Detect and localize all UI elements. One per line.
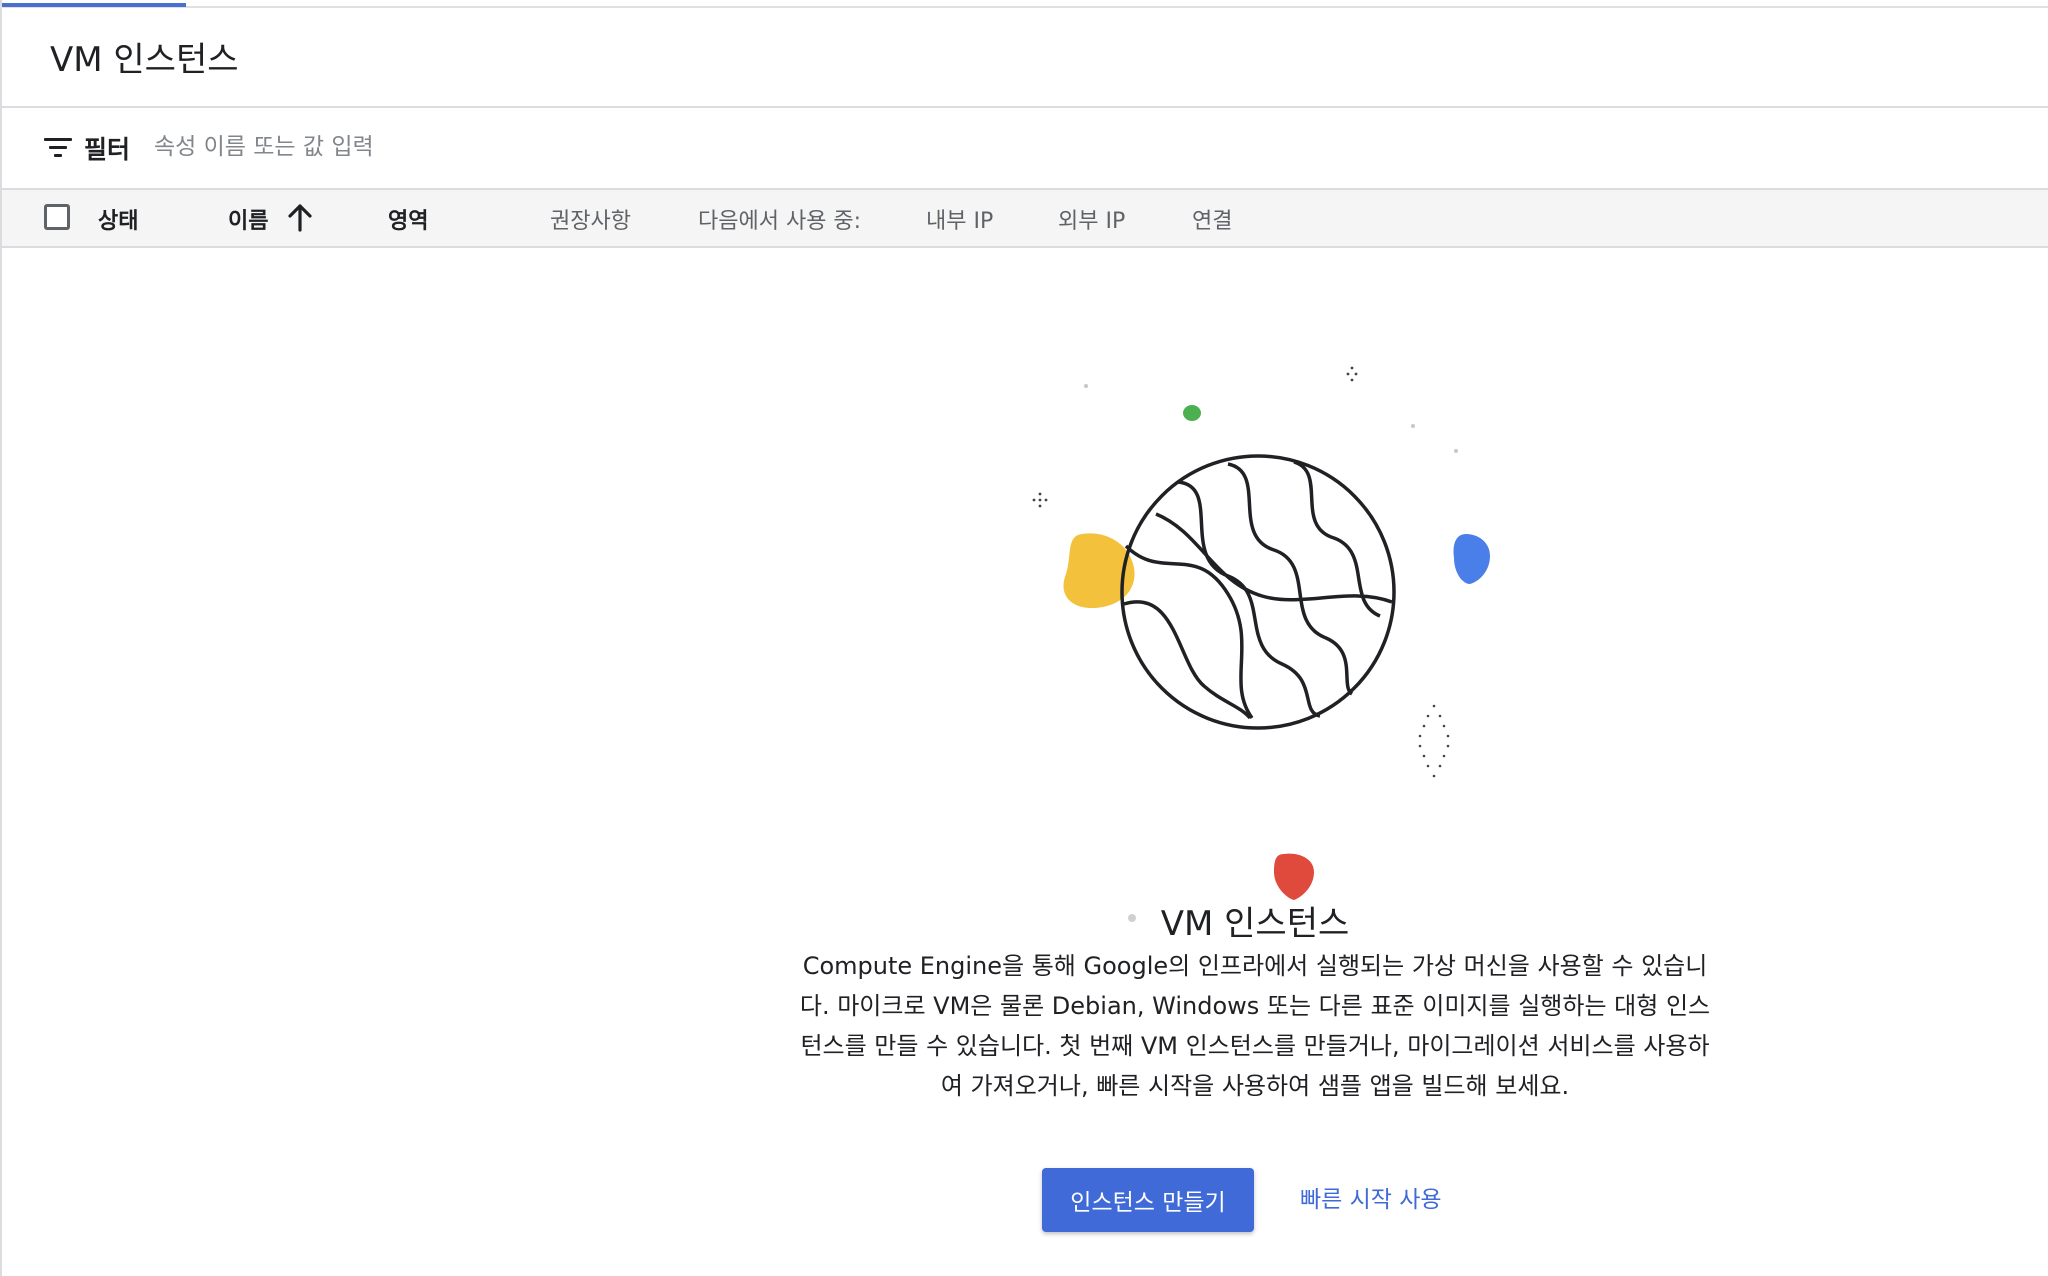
sparkle-left: [1032, 492, 1048, 508]
globe: [1120, 454, 1396, 730]
column-header-in-use-by: 다음에서 사용 중:: [698, 209, 862, 234]
grey-dot: [1411, 424, 1415, 428]
column-header-status[interactable]: 상태: [98, 203, 138, 235]
empty-state-description: Compute Engine을 통해 Google의 인프라에서 실행되는 가상…: [799, 952, 1711, 1100]
page-title: VM 인스턴스: [50, 40, 239, 80]
empty-state: VM 인스턴스 Compute Engine을 통해 Google의 인프라에서…: [0, 246, 2048, 1276]
use-quickstart-link[interactable]: 빠른 시작 사용: [1290, 1168, 1452, 1232]
column-header-recommendations: 권장사항: [550, 209, 631, 234]
page-header: VM 인스턴스: [2, 8, 2048, 108]
grey-dot: [1454, 449, 1458, 453]
column-header-external-ip: 외부 IP: [1058, 209, 1126, 234]
filter-icon[interactable]: [44, 136, 74, 160]
select-all-checkbox[interactable]: [44, 204, 70, 230]
active-tab-indicator: [2, 3, 186, 7]
empty-state-title: VM 인스턴스: [1160, 904, 1350, 944]
table-header: 상태 이름 영역 권장사항 다음에서 사용 중: 내부 IP 외부 IP 연결: [2, 188, 2048, 248]
grey-dot: [1084, 384, 1088, 388]
filter-bar: 필터: [2, 108, 2048, 188]
column-header-connect: 연결: [1192, 209, 1233, 234]
sparkle-diamond: [1418, 704, 1450, 778]
blue-blob: [1453, 534, 1490, 584]
column-header-zone[interactable]: 영역: [388, 203, 428, 235]
column-header-name[interactable]: 이름: [228, 203, 268, 235]
filter-input[interactable]: [152, 124, 856, 170]
red-blob: [1274, 853, 1314, 900]
arrow-up-icon[interactable]: [286, 202, 314, 232]
create-instance-button[interactable]: 인스턴스 만들기: [1042, 1168, 1254, 1232]
green-dot: [1183, 405, 1201, 421]
filter-label[interactable]: 필터: [84, 130, 130, 166]
sparkle-small: [1346, 366, 1358, 382]
column-header-internal-ip: 내부 IP: [926, 209, 994, 234]
